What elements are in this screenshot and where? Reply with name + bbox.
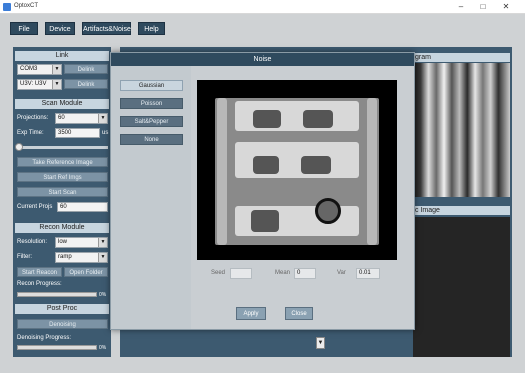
slider-handle[interactable]	[15, 143, 23, 151]
phantom-left-rail	[217, 98, 227, 245]
exp-time-spinbox[interactable]: 3500	[55, 128, 100, 138]
filter-label: Filter:	[17, 254, 32, 260]
close-button[interactable]: Close	[285, 307, 313, 320]
current-projs-field: 60	[57, 202, 108, 212]
filter-value: ramp	[58, 254, 72, 260]
phantom-insert-3	[253, 156, 279, 174]
exp-time-unit: us	[102, 130, 109, 136]
projections-select[interactable]: 60 ▼	[55, 113, 108, 124]
seed-field[interactable]	[230, 268, 252, 279]
close-icon[interactable]: ✕	[497, 1, 515, 13]
apply-button[interactable]: Apply	[236, 307, 266, 320]
chevron-down-icon: ▼	[98, 238, 107, 247]
chevron-down-icon: ▼	[98, 253, 107, 262]
phantom-right-rail	[367, 98, 377, 245]
recon-section-header: Recon Module	[15, 223, 109, 233]
start-ref-imgs-button[interactable]: Start Ref Imgs	[17, 172, 108, 182]
exp-time-label: Exp Time:	[17, 130, 44, 136]
denoising-progress-label: Denoising Progress:	[17, 335, 72, 341]
image-panel-header: c Image	[413, 206, 510, 215]
mean-label: Mean	[275, 270, 291, 276]
reconstructed-image-panel	[413, 217, 510, 357]
mean-field[interactable]: 0	[294, 268, 316, 279]
camera-port-select[interactable]: U3V: U3V ▼	[17, 79, 62, 90]
projections-label: Projections:	[17, 115, 49, 121]
phantom-insert-2	[303, 110, 333, 128]
current-projs-label: Current Projs	[17, 204, 53, 210]
menu-file-button[interactable]: File	[10, 22, 38, 35]
down-arrow-icon[interactable]: ▼	[316, 337, 325, 349]
phantom-body	[215, 98, 379, 245]
option-gaussian[interactable]: Gaussian	[120, 80, 183, 91]
minimize-icon[interactable]: –	[452, 1, 470, 13]
sinogram-panel-header: gram	[413, 53, 510, 62]
denoising-progress-bar	[17, 345, 97, 350]
phantom-insert-4	[301, 156, 331, 174]
option-poisson[interactable]: Poisson	[120, 98, 183, 109]
delink-com-button[interactable]: Delink	[64, 64, 108, 74]
dialog-title: Noise	[111, 53, 414, 66]
option-none[interactable]: None	[120, 134, 183, 145]
noise-type-list: Gaussian Poisson Salt&Pepper None	[111, 66, 191, 329]
filter-select[interactable]: ramp ▼	[55, 252, 108, 263]
menu-bar: File Device Artifacts&Noise Help	[0, 14, 525, 42]
open-folder-button[interactable]: Open Folder	[64, 267, 108, 277]
start-recon-button[interactable]: Start Reacon	[17, 267, 62, 277]
resolution-label: Resolution:	[17, 239, 48, 245]
take-reference-image-button[interactable]: Take Reference Image	[17, 157, 108, 167]
title-bar: OptoxCT – □ ✕	[0, 0, 525, 14]
postproc-section-header: Post Proc	[15, 304, 109, 314]
var-label: Var	[337, 270, 346, 276]
option-salt-pepper[interactable]: Salt&Pepper	[120, 116, 183, 127]
seed-label: Seed	[211, 270, 226, 276]
chevron-down-icon: ▼	[52, 65, 61, 74]
resolution-select[interactable]: low ▼	[55, 237, 108, 248]
phantom-insert-5	[251, 210, 279, 232]
noise-dialog: Noise Gaussian Poisson Salt&Pepper None …	[110, 52, 415, 330]
link-section-header: Link	[15, 51, 109, 61]
preview-image	[197, 80, 397, 260]
delink-camera-button[interactable]: Delink	[64, 79, 108, 89]
denoising-progress-value: 0%	[99, 345, 107, 351]
window-title: OptoxCT	[14, 3, 39, 9]
recon-progress-value: 0%	[99, 292, 107, 298]
com-port-value: COM3	[20, 66, 38, 72]
left-control-panel: Link COM3 ▼ Delink U3V: U3V ▼ Delink Sca…	[13, 47, 111, 357]
chevron-down-icon: ▼	[98, 114, 107, 123]
phantom-ring-insert	[315, 198, 341, 224]
chevron-down-icon: ▼	[52, 80, 61, 89]
camera-port-value: U3V: U3V	[20, 81, 47, 87]
recon-progress-label: Recon Progress:	[17, 281, 62, 287]
menu-device-button[interactable]: Device	[45, 22, 75, 35]
resolution-value: low	[58, 239, 68, 245]
projections-value: 60	[58, 115, 65, 121]
menu-artifacts-noise-button[interactable]: Artifacts&Noise	[82, 22, 131, 35]
phantom-insert-1	[253, 110, 281, 128]
denoising-button[interactable]: Denoising	[17, 319, 108, 329]
sinogram-image	[413, 63, 510, 197]
com-port-select[interactable]: COM3 ▼	[17, 64, 62, 75]
exposure-slider[interactable]	[15, 143, 108, 151]
menu-help-button[interactable]: Help	[138, 22, 165, 35]
recon-progress-bar	[17, 292, 97, 297]
var-field[interactable]: 0.01	[356, 268, 380, 279]
app-icon	[3, 3, 11, 11]
maximize-icon[interactable]: □	[474, 1, 492, 13]
scan-section-header: Scan Module	[15, 99, 109, 109]
start-scan-button[interactable]: Start Scan	[17, 187, 108, 197]
